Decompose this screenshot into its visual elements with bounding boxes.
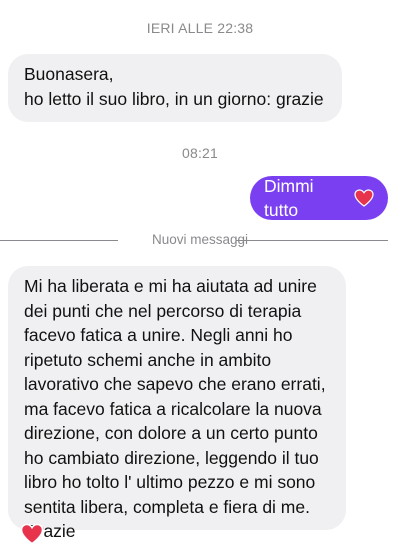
new-messages-divider: Nuovi messaggi xyxy=(0,232,400,248)
incoming-message-1[interactable]: Buonasera, ho letto il suo libro, in un … xyxy=(8,54,342,122)
incoming-message-2[interactable]: Mi ha liberata e mi ha aiutata ad unire … xyxy=(8,266,346,541)
heart-reaction-icon[interactable] xyxy=(20,523,44,545)
outgoing-message-1[interactable]: Dimmi tutto xyxy=(250,176,388,220)
message-line: Grazie xyxy=(24,521,76,541)
message-text: Dimmi tutto xyxy=(264,176,314,220)
message-line: ripetuto schemi anche in ambito xyxy=(24,349,272,370)
message-line: dei punti che nel percorso di terapia xyxy=(24,300,302,321)
message-line: sentita libera, completa e fiera di me. xyxy=(24,496,310,517)
message-line: ho letto il suo libro, in un giorno: gra… xyxy=(24,88,324,109)
timestamp-today: 08:21 xyxy=(181,145,219,161)
message-line: lavorativo che sapevo che erano errati, xyxy=(24,374,326,394)
message-line: ho cambiato direzione, leggendo il tuo xyxy=(24,447,319,468)
message-line: direzione, con dolore a un certo punto xyxy=(24,423,318,443)
timestamp-yesterday: IERI ALLE 22:38 xyxy=(146,20,254,36)
divider-rule-right xyxy=(236,240,388,241)
message-line: Mi ha liberata e mi ha aiutata ad unire xyxy=(24,276,317,296)
message-line: facevo fatica a unire. Negli anni ho xyxy=(24,325,293,345)
heart-emoji-icon xyxy=(354,189,374,207)
message-line: libro ho tolto l' ultimo pezzo e mi sono xyxy=(24,472,316,492)
message-line: ma facevo fatica a ricalcolare la nuova xyxy=(24,398,322,419)
message-line: Buonasera, xyxy=(24,64,114,84)
